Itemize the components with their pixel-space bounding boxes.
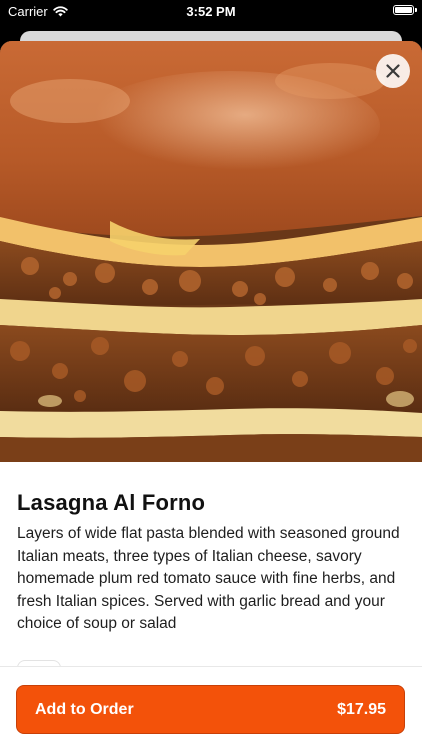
- item-detail-sheet: Lasagna Al Forno Layers of wide flat pas…: [0, 41, 422, 750]
- close-button[interactable]: [376, 54, 410, 88]
- status-bar: Carrier 3:52 PM: [0, 0, 422, 22]
- battery-icon: [393, 5, 417, 15]
- item-title: Lasagna Al Forno: [17, 490, 206, 515]
- order-footer: Add to Order $17.95: [0, 666, 422, 750]
- close-icon: [386, 64, 400, 78]
- item-description: Layers of wide flat pasta blended with s…: [17, 525, 400, 632]
- item-price: $17.95: [337, 701, 386, 718]
- add-to-order-label: Add to Order: [35, 701, 134, 718]
- lasagna-photo: [0, 41, 422, 462]
- status-time: 3:52 PM: [186, 4, 236, 19]
- add-to-order-button[interactable]: Add to Order $17.95: [16, 685, 405, 734]
